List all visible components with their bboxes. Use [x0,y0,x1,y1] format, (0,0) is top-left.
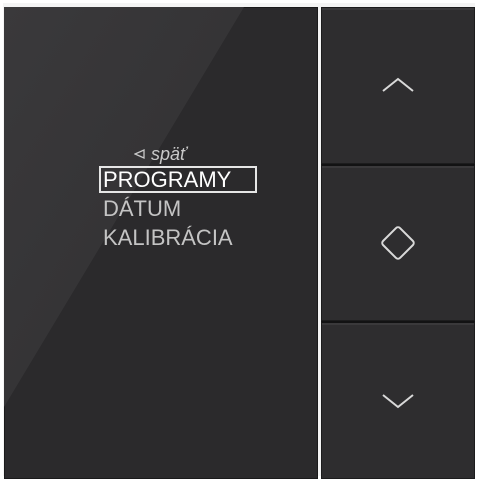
down-button[interactable] [321,321,475,479]
menu-item-programy[interactable]: PROGRAMY [99,166,258,193]
back-arrow-icon [134,149,145,159]
button-column [321,7,475,479]
display-screen: späť PROGRAMY DÁTUM KALIBRÁCIA [4,7,318,479]
up-button[interactable] [321,7,475,164]
diamond-ok-icon [381,226,415,260]
chevron-up-icon [382,78,414,93]
ok-button[interactable] [321,163,475,322]
back-label: späť [151,144,187,164]
menu-item-kalibracia[interactable]: KALIBRÁCIA [100,224,233,251]
chevron-down-icon [382,393,414,408]
menu-item-datum[interactable]: DÁTUM [100,195,181,222]
back-link[interactable]: späť [134,143,300,165]
settings-menu: späť PROGRAMY DÁTUM KALIBRÁCIA [99,143,300,252]
